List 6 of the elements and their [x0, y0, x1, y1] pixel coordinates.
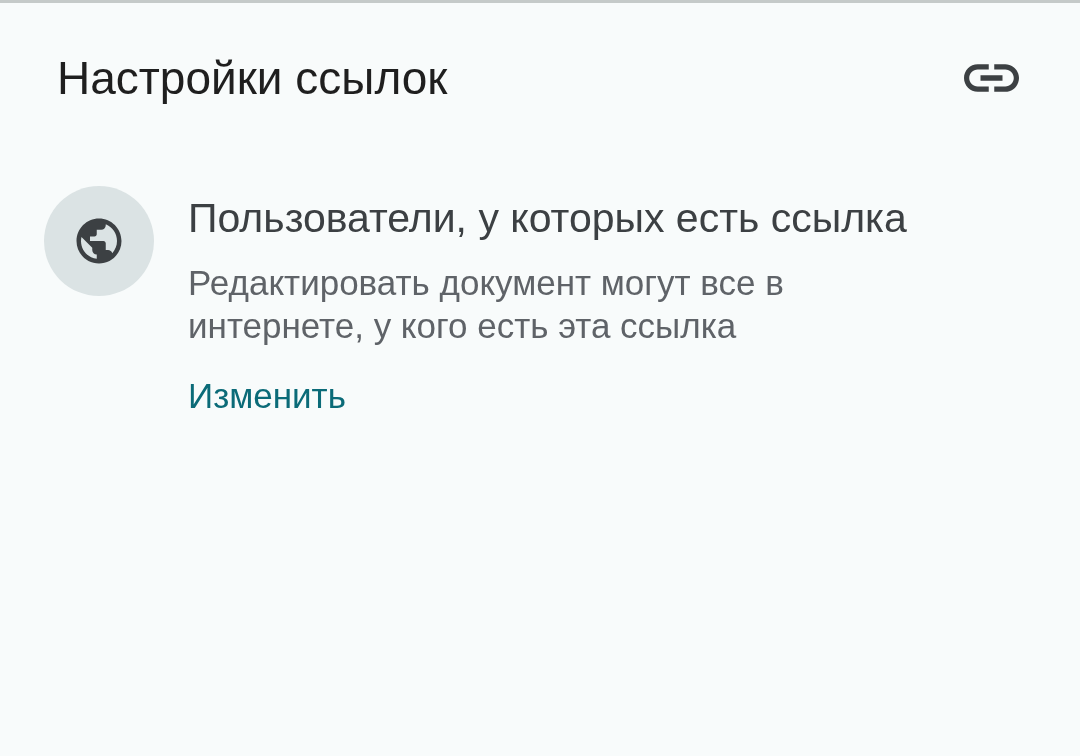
access-description: Редактировать документ могут все в интернете, у кого есть эта ссылка [188, 262, 785, 347]
globe-icon [44, 186, 154, 296]
access-title: Пользователи, у которых есть ссылка [188, 196, 907, 240]
change-link[interactable]: Изменить [188, 375, 346, 417]
link-icon[interactable] [964, 64, 1019, 92]
dialog-title: Настройки ссылок [57, 52, 448, 104]
